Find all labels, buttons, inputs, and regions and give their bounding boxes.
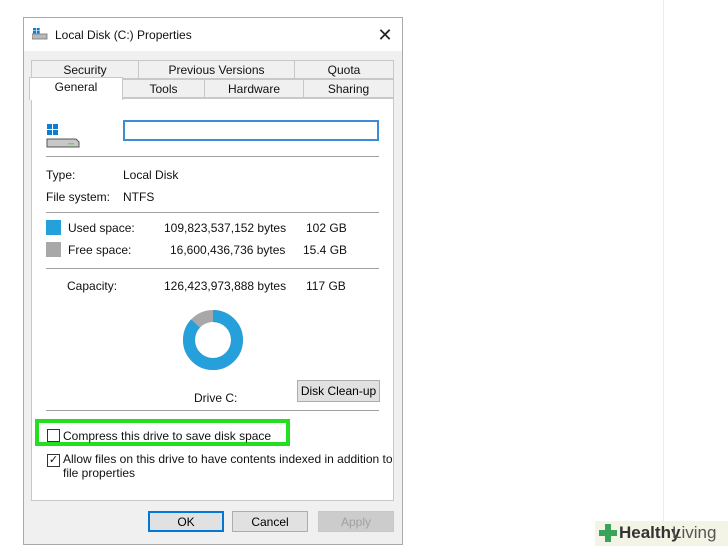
- used-space-bytes: 109,823,537,152 bytes: [164, 221, 287, 235]
- type-label: Type:: [46, 168, 76, 182]
- divider: [46, 268, 379, 269]
- tab-hardware[interactable]: Hardware: [204, 79, 304, 98]
- drive-caption: Drive C:: [194, 391, 238, 405]
- windows-drive-icon: [46, 124, 80, 148]
- used-space-label: Used space:: [68, 221, 135, 235]
- drive-name-input[interactable]: [123, 120, 379, 141]
- capacity-label: Capacity:: [67, 279, 118, 293]
- capacity-gb: 117 GB: [306, 279, 346, 293]
- page-divider: [663, 0, 664, 546]
- compress-checkbox[interactable]: [47, 429, 60, 442]
- cancel-button[interactable]: Cancel: [232, 511, 308, 532]
- index-label-line2[interactable]: file properties: [63, 466, 135, 480]
- type-value: Local Disk: [123, 168, 179, 182]
- window-title: Local Disk (C:) Properties: [55, 28, 192, 42]
- ok-button[interactable]: OK: [148, 511, 224, 532]
- tab-general[interactable]: General: [29, 77, 123, 100]
- divider: [46, 212, 379, 213]
- file-system-label: File system:: [46, 190, 111, 204]
- index-label-line1[interactable]: Allow files on this drive to have conten…: [63, 452, 393, 466]
- disk-usage-donut: [183, 310, 243, 370]
- used-space-gb: 102 GB: [306, 221, 347, 235]
- general-panel: Type: Local Disk File system: NTFS Used …: [31, 98, 394, 501]
- divider: [46, 156, 379, 157]
- free-space-label: Free space:: [68, 243, 132, 257]
- disk-cleanup-button[interactable]: Disk Clean-up: [297, 380, 380, 402]
- apply-button: Apply: [318, 511, 394, 532]
- tab-quota[interactable]: Quota: [294, 60, 394, 79]
- properties-dialog: Local Disk (C:) Properties ✕ Security Pr…: [23, 17, 403, 545]
- drive-icon: [32, 28, 48, 40]
- close-button[interactable]: ✕: [372, 22, 398, 48]
- divider: [46, 410, 379, 411]
- free-space-gb: 15.4 GB: [303, 243, 348, 257]
- file-system-value: NTFS: [123, 190, 155, 204]
- free-space-swatch: [46, 242, 61, 257]
- tab-sharing[interactable]: Sharing: [303, 79, 394, 98]
- free-space-bytes: 16,600,436,736 bytes: [170, 243, 286, 257]
- plus-icon: [599, 524, 617, 542]
- tab-previous-versions[interactable]: Previous Versions: [138, 60, 295, 79]
- compress-label[interactable]: Compress this drive to save disk space: [63, 429, 271, 443]
- watermark-word-2: Living: [672, 523, 717, 542]
- index-checkbox[interactable]: ✓: [47, 454, 60, 467]
- title-bar: Local Disk (C:) Properties ✕: [24, 18, 402, 51]
- tab-tools[interactable]: Tools: [122, 79, 205, 98]
- capacity-bytes: 126,423,973,888 bytes: [164, 279, 287, 293]
- watermark: Healthy Living: [595, 521, 728, 546]
- used-space-swatch: [46, 220, 61, 235]
